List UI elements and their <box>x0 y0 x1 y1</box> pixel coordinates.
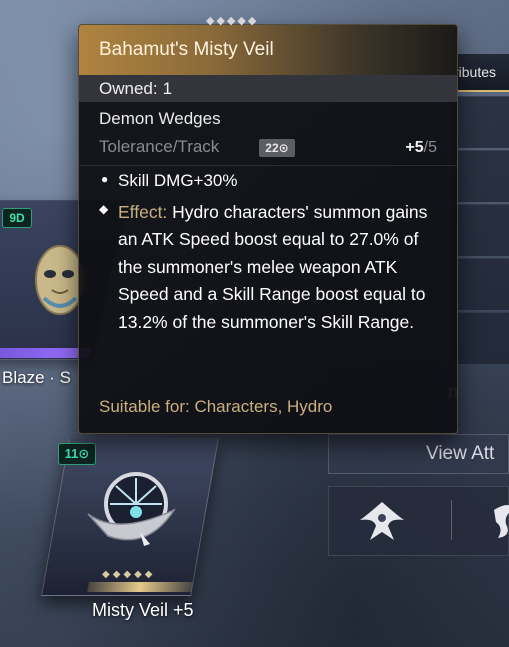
owned-label: Owned: <box>99 78 158 98</box>
item-category: Demon Wedges <box>99 109 221 128</box>
rank-dots: ◆◆◆◆◆ <box>102 569 156 580</box>
effect-label: Effect: <box>118 202 168 222</box>
panel-row <box>452 258 509 310</box>
tolerance-value-badge: 22⊙ <box>259 139 295 157</box>
hydro-element-icon[interactable] <box>352 496 412 548</box>
suitable-for: Suitable for: Characters, Hydro <box>99 397 333 416</box>
tooltip-title: Bahamut's Misty Veil <box>99 39 274 60</box>
diamond-bullet-icon: ◆ <box>99 202 109 216</box>
misty-veil-icon <box>87 472 177 546</box>
card-label-misty-veil: Misty Veil +5 <box>92 600 194 620</box>
tooltip-top-dots: ◆◆◆◆◆ <box>206 15 259 27</box>
divider <box>79 165 457 166</box>
view-attributes-button[interactable]: View Att <box>328 434 509 474</box>
owned-value: 1 <box>162 78 173 98</box>
rarity-bar-gold <box>87 582 193 592</box>
rank-max: /5 <box>423 139 437 156</box>
tooltip-header: Bahamut's Misty Veil <box>79 25 457 75</box>
panel-row <box>452 96 509 148</box>
owned-row: Owned: 1 <box>79 75 457 102</box>
element-icon-partial[interactable] <box>484 496 509 548</box>
panel-row <box>452 312 509 364</box>
tolerance-label: Tolerance/Track <box>99 137 220 156</box>
effect-description: Effect: Hydro characters' summon gains a… <box>118 199 440 336</box>
card-label-blaze: Blaze · S <box>2 368 71 387</box>
item-tooltip: Bahamut's Misty Veil Owned: 1 Demon Wedg… <box>78 24 458 434</box>
panel-row <box>452 204 509 256</box>
panel-row <box>452 150 509 202</box>
rank-current: +5 <box>405 139 424 156</box>
tolerance-badge: 11⊙ <box>58 443 96 465</box>
stat-line: Skill DMG+30% <box>118 171 238 190</box>
divider <box>451 500 452 540</box>
rank-indicator: +5/5 <box>405 139 437 157</box>
tolerance-badge: 9D <box>2 208 32 228</box>
bullet-icon: ● <box>101 172 109 186</box>
